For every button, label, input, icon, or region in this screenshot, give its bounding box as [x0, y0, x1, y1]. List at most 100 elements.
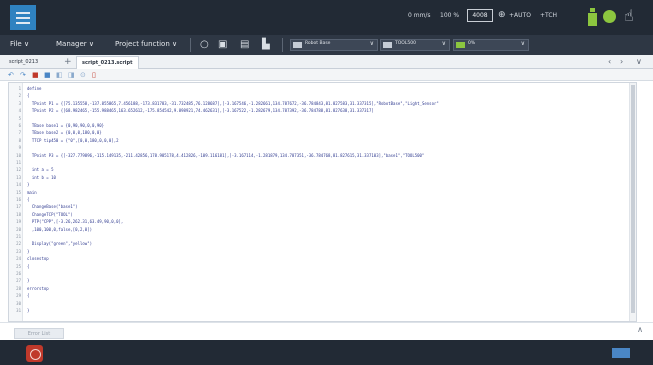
editor-scrollbar[interactable] [629, 83, 636, 321]
chevron-right-icon[interactable]: › [620, 56, 623, 68]
tool-select-value: TOOL500 [395, 41, 416, 46]
line-number: 30 [16, 300, 21, 306]
speed-readout: 0 mm/s [408, 12, 431, 19]
chevron-left-icon[interactable]: ‹ [608, 56, 611, 68]
manager-menu[interactable]: Manager ∨ [56, 40, 94, 48]
mode-value-box[interactable]: 4008 [467, 9, 493, 22]
code-line[interactable]: 30 [9, 301, 636, 307]
code-text[interactable]: ,100,100,0,false,[0,2,0]) [27, 227, 92, 233]
code-text[interactable]: Display("green","yellow") [27, 241, 92, 247]
code-line[interactable]: 31} [9, 308, 636, 314]
emergency-stop-icon[interactable] [26, 345, 43, 362]
line-number: 19 [16, 219, 21, 225]
code-line[interactable]: 8 TTCP tip450 = {"0",[0,0,180,0,0,0],2 [9, 138, 636, 144]
code-line[interactable]: 27} [9, 278, 636, 284]
grid-icon[interactable]: ▣ [218, 38, 227, 52]
code-line[interactable]: 23} [9, 249, 636, 255]
code-text[interactable]: } [27, 278, 29, 284]
code-line[interactable]: 29 { [9, 293, 636, 299]
code-text[interactable]: { [27, 197, 29, 203]
delete-icon[interactable]: ■ [32, 70, 39, 80]
line-number: 22 [16, 241, 21, 247]
circle-icon[interactable]: ○ [200, 38, 209, 52]
scrollbar-thumb[interactable] [631, 85, 635, 313]
code-line[interactable]: 13 int b = 10 [9, 175, 636, 181]
code-line[interactable]: 25 { [9, 264, 636, 270]
code-text[interactable]: TBase base2 = {0,0,0,180,0,0} [27, 130, 102, 136]
file-menu[interactable]: File ∨ [10, 40, 29, 48]
add-tab-icon[interactable]: + [64, 56, 72, 68]
code-text[interactable]: closestop [27, 256, 49, 262]
search-icon[interactable]: ⊙ [80, 70, 86, 80]
code-text[interactable]: ChangeTCP("TOOL") [27, 212, 73, 218]
code-line[interactable]: 9 [9, 145, 636, 151]
code-line[interactable]: 17 ChangeBase("base1") [9, 204, 636, 210]
code-line[interactable]: 6 TBase base1 = {0,90,90,0,0,90} [9, 123, 636, 129]
copy-icon[interactable]: ◧ [56, 70, 63, 80]
code-line[interactable]: 18 ChangeTCP("TOOL") [9, 212, 636, 218]
code-line[interactable]: 3 TPoint P1 = {[75.135558,-137.855865,7.… [9, 101, 636, 107]
code-line[interactable]: 26 [9, 271, 636, 277]
code-text[interactable]: } [27, 249, 29, 255]
code-text[interactable]: TPoint P3 = {[-327.779896,-115.149135,-2… [27, 153, 425, 159]
code-line[interactable]: 5 [9, 116, 636, 122]
chevron-down-icon[interactable]: ∨ [636, 56, 642, 68]
code-text[interactable]: ChangeBase("base1") [27, 204, 78, 210]
tab-script-file[interactable]: script_0213 [4, 56, 43, 69]
code-line[interactable]: 19 PTP("CPP",[-3.26,262.31,63.49,90,0,0]… [9, 219, 636, 225]
main-menu-icon[interactable] [10, 5, 36, 30]
code-line[interactable]: 15 main [9, 190, 636, 196]
code-text[interactable]: { [27, 93, 29, 99]
panel-toggle-button[interactable] [612, 348, 630, 358]
line-number: 4 [18, 108, 21, 114]
document-icon[interactable]: ▙ [262, 38, 270, 52]
code-text[interactable]: { [27, 293, 29, 299]
code-text[interactable]: } [27, 182, 29, 188]
error-list-tab[interactable]: Error List [14, 328, 64, 339]
editor-toolbar: ↶ ↷ ■ ■ ◧ ◨ ⊙ ▯ [0, 69, 653, 81]
code-text[interactable]: TPoint P2 = {[68.982465,-155.988465,163.… [27, 108, 374, 114]
code-line[interactable]: 20 ,100,100,0,false,[0,2,0]) [9, 227, 636, 233]
tab-script-file-active[interactable]: script_0213.script [76, 56, 139, 69]
code-text[interactable]: errorstop [27, 286, 49, 292]
code-line[interactable]: 22 Display("green","yellow") [9, 241, 636, 247]
undo-icon[interactable]: ↶ [8, 70, 14, 80]
paste-icon[interactable]: ◨ [68, 70, 75, 80]
code-line[interactable]: 10 TPoint P3 = {[-327.779896,-115.149135… [9, 153, 636, 159]
code-text[interactable]: } [27, 308, 29, 314]
layout-icon[interactable]: ▤ [240, 38, 249, 52]
code-text[interactable]: int b = 10 [27, 175, 56, 181]
code-text[interactable]: PTP("CPP",[-3.26,262.31,63.49,90,0,0], [27, 219, 124, 225]
coordinate-system-select[interactable]: Robot Base ∨ [290, 39, 378, 51]
code-line[interactable]: 4 TPoint P2 = {[68.982465,-155.988465,16… [9, 108, 636, 114]
save-icon[interactable]: ■ [44, 70, 51, 80]
speed-select[interactable]: 0% ∨ [453, 39, 529, 51]
code-text[interactable]: TTCP tip450 = {"0",[0,0,180,0,0,0],2 [27, 138, 119, 144]
line-number: 9 [18, 145, 21, 151]
code-line[interactable]: 2{ [9, 93, 636, 99]
code-text[interactable]: { [27, 264, 29, 270]
redo-icon[interactable]: ↷ [20, 70, 26, 80]
code-text[interactable]: define [27, 86, 41, 92]
code-line[interactable]: 12 int a = 5 [9, 167, 636, 173]
code-text[interactable]: TPoint P1 = {[75.135558,-137.855865,7.45… [27, 101, 439, 107]
code-text[interactable]: int a = 5 [27, 167, 54, 173]
code-text[interactable]: TBase base1 = {0,90,90,0,0,90} [27, 123, 104, 129]
clear-icon[interactable]: ▯ [92, 70, 96, 80]
hand-guide-icon[interactable]: ☝ [624, 6, 634, 26]
code-line[interactable]: 24 closestop [9, 256, 636, 262]
code-line[interactable]: 21 [9, 234, 636, 240]
tool-select[interactable]: TOOL500 ∨ [380, 39, 450, 51]
code-line[interactable]: 7 TBase base2 = {0,0,0,180,0,0} [9, 130, 636, 136]
script-editor[interactable]: 1 define 2{ 3 TPoint P1 = {[75.135558,-137.… [8, 82, 637, 322]
code-line[interactable]: 16 { [9, 197, 636, 203]
code-line[interactable]: 11 [9, 160, 636, 166]
code-line[interactable]: 1 define [9, 86, 636, 92]
chevron-up-icon[interactable]: ∧ [637, 325, 643, 334]
project-function-menu[interactable]: Project function ∨ [115, 40, 177, 48]
code-text[interactable]: main [27, 190, 37, 196]
code-line[interactable]: 28 errorstop [9, 286, 636, 292]
jog-target-icon[interactable]: ⊕ [498, 10, 506, 20]
code-line[interactable]: 14} [9, 182, 636, 188]
chevron-down-icon: ∨ [369, 40, 374, 47]
